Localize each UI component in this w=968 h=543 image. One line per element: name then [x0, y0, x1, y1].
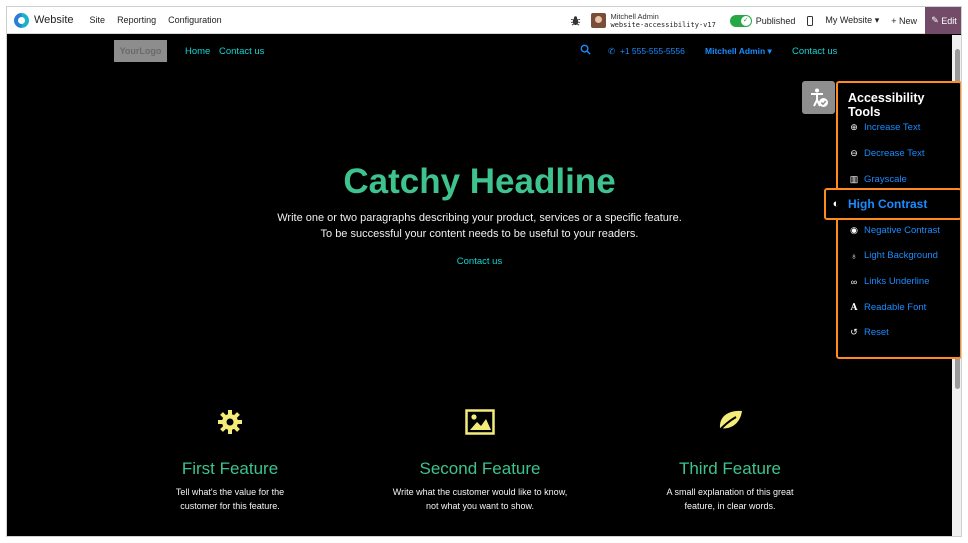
- edit-button[interactable]: ✎ Edit: [925, 7, 961, 34]
- site-header: YourLogo Home Contact us ✆ +1 555-555-55…: [7, 35, 952, 67]
- nav-contact-us[interactable]: Contact us: [219, 46, 264, 57]
- feature-title: Third Feature: [678, 459, 782, 478]
- feature-text: Write what the customer would like to kn…: [392, 487, 568, 511]
- new-label: New: [898, 15, 917, 26]
- hero-paragraph-line2: To be successful your content needs to b…: [320, 228, 639, 240]
- user-switcher[interactable]: Mitchell Admin website-accessibility-v17: [591, 11, 716, 30]
- accessibility-panel-title: Accessibility Tools: [848, 91, 925, 119]
- phone-link[interactable]: ✆ +1 555-555-5556: [608, 46, 685, 57]
- odoo-logo-icon: [14, 12, 29, 28]
- feature-text: Tell what's the value for the customer fo…: [175, 487, 285, 511]
- feature-text: A small explanation of this great feature…: [666, 487, 794, 511]
- acc-item-label: Negative Contrast: [864, 225, 941, 236]
- hero-headline: Catchy Headline: [343, 162, 616, 201]
- acc-high-contrast[interactable]: ◐ High Contrast: [824, 188, 961, 220]
- feature-title: Second Feature: [419, 459, 541, 478]
- acc-decrease-text[interactable]: ⊖ Decrease Text: [848, 148, 925, 159]
- menu-site[interactable]: Site: [90, 15, 106, 25]
- my-website-dropdown[interactable]: My Website ▾: [825, 15, 879, 26]
- phone-number: +1 555-555-5556: [619, 46, 685, 56]
- accessibility-panel: Accessibility Tools ⊕ Increase Text ⊖ De…: [836, 81, 961, 359]
- acc-grayscale[interactable]: ▥ Grayscale: [848, 174, 907, 185]
- admin-bar: Website Site Reporting Configuration Mit…: [7, 7, 961, 34]
- admin-menu: Site Reporting Configuration: [90, 15, 222, 25]
- acc-item-label: Reset: [864, 327, 889, 338]
- link-icon: ∞: [850, 276, 858, 287]
- accessibility-icon: [810, 88, 828, 107]
- acc-item-label: Grayscale: [864, 174, 907, 185]
- new-button[interactable]: + New: [891, 16, 917, 26]
- search-icon[interactable]: [580, 44, 591, 58]
- accessibility-toggle-button[interactable]: [802, 81, 835, 114]
- acc-item-label: Readable Font: [864, 302, 927, 313]
- published-label: Published: [755, 15, 796, 26]
- zoom-out-icon: ⊖: [850, 148, 858, 158]
- feature-card: First Feature Tell what's the value for …: [115, 407, 345, 513]
- reset-icon: ↺: [850, 327, 858, 337]
- nav-home[interactable]: Home: [185, 46, 210, 57]
- user-name: Mitchell Admin: [610, 11, 659, 21]
- phone-icon: ✆: [608, 46, 616, 56]
- acc-item-label: Decrease Text: [864, 148, 925, 159]
- acc-readable-font[interactable]: A Readable Font: [848, 302, 927, 313]
- user-menu-label: Mitchell Admin: [705, 46, 766, 56]
- admin-bar-right: Mitchell Admin website-accessibility-v17…: [569, 7, 961, 34]
- feature-card: Second Feature Write what the customer w…: [365, 407, 595, 513]
- header-contact-button[interactable]: Contact us: [792, 46, 837, 57]
- site-logo[interactable]: YourLogo: [114, 40, 167, 62]
- acc-light-background[interactable]: ♁ Light Background: [848, 250, 938, 261]
- feature-title: First Feature: [181, 459, 279, 478]
- app-title: Website: [34, 14, 74, 26]
- leaf-icon: [615, 407, 845, 437]
- eye-icon: ◉: [850, 225, 858, 235]
- font-icon: A: [850, 302, 858, 313]
- image-icon: [365, 407, 595, 437]
- publish-toggle[interactable]: [729, 14, 752, 27]
- zoom-in-icon: ⊕: [850, 122, 858, 132]
- acc-item-label: Increase Text: [864, 122, 921, 133]
- acc-item-label: High Contrast: [848, 197, 928, 211]
- database-name: website-accessibility-v17: [610, 20, 716, 29]
- debug-icon[interactable]: [569, 15, 581, 27]
- menu-reporting[interactable]: Reporting: [117, 15, 156, 25]
- acc-increase-text[interactable]: ⊕ Increase Text: [848, 122, 920, 133]
- edit-label: Edit: [941, 15, 957, 26]
- avatar: [591, 13, 607, 28]
- contrast-icon: ◐: [832, 198, 840, 210]
- browser-frame: Website Site Reporting Configuration Mit…: [6, 6, 962, 537]
- app-logo[interactable]: Website: [14, 12, 74, 28]
- user-dropdown[interactable]: Mitchell Admin ▾: [705, 46, 772, 57]
- barcode-icon: ▥: [849, 174, 859, 184]
- menu-configuration[interactable]: Configuration: [168, 15, 222, 25]
- gear-icon: [115, 407, 345, 437]
- feature-card: Third Feature A small explanation of thi…: [615, 407, 845, 513]
- acc-reset[interactable]: ↺ Reset: [848, 327, 889, 338]
- hero-contact-link[interactable]: Contact us: [7, 256, 952, 267]
- mobile-preview-icon[interactable]: [807, 15, 814, 26]
- acc-item-label: Links Underline: [864, 276, 930, 287]
- my-website-label: My Website: [825, 15, 873, 25]
- acc-negative-contrast[interactable]: ◉ Negative Contrast: [848, 225, 940, 236]
- bulb-icon: ♁: [850, 250, 858, 261]
- acc-links-underline[interactable]: ∞ Links Underline: [848, 276, 930, 287]
- hero-paragraph-line1: Write one or two paragraphs describing y…: [277, 212, 682, 224]
- acc-item-label: Light Background: [864, 250, 938, 261]
